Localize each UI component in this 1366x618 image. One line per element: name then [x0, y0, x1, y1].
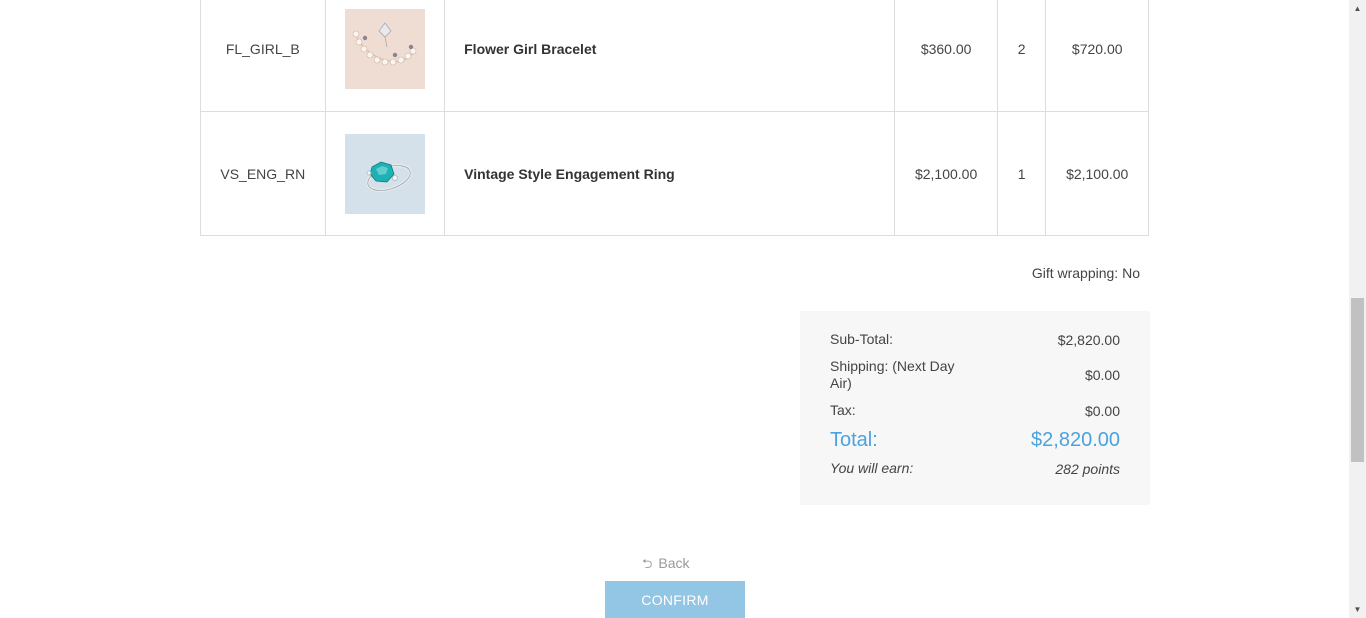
shipping-row: Shipping: (Next Day Air) $0.00 — [830, 358, 1120, 392]
product-name[interactable]: Flower Girl Bracelet — [444, 0, 896, 112]
vertical-scrollbar[interactable]: ▲ ▼ — [1349, 0, 1366, 618]
line-total: $720.00 — [1045, 0, 1149, 112]
total-value: $2,820.00 — [1031, 429, 1120, 451]
tax-label: Tax: — [830, 402, 856, 418]
tax-row: Tax: $0.00 — [830, 402, 1120, 419]
product-image-cell — [324, 111, 446, 236]
bracelet-image[interactable] — [344, 9, 425, 89]
order-review-page: FL_GIRL_B Flower Girl Bracelet $360.00 2… — [0, 0, 1366, 618]
earn-label: You will earn: — [830, 460, 914, 476]
quantity: 1 — [996, 111, 1047, 236]
order-summary: Sub-Total: $2,820.00 Shipping: (Next Day… — [800, 311, 1150, 505]
back-label: Back — [658, 555, 690, 571]
subtotal-row: Sub-Total: $2,820.00 — [830, 331, 1120, 348]
product-image-cell — [324, 0, 446, 112]
return-arrow-icon: ⮌ — [642, 556, 653, 571]
sku-cell: FL_GIRL_B — [200, 0, 326, 112]
shipping-label: Shipping: (Next Day Air) — [830, 358, 955, 391]
reward-points-row: You will earn: 282 points — [830, 460, 1120, 477]
unit-price: $360.00 — [894, 0, 998, 112]
earn-value: 282 points — [1055, 460, 1120, 477]
quantity: 2 — [996, 0, 1047, 112]
confirm-button[interactable]: CONFIRM — [605, 581, 745, 618]
scroll-down-arrow-icon[interactable]: ▼ — [1349, 601, 1366, 618]
shipping-value: $0.00 — [1084, 367, 1120, 383]
scroll-up-arrow-icon[interactable]: ▲ — [1349, 0, 1366, 17]
gift-wrapping-status: Gift wrapping: No — [1031, 265, 1140, 281]
line-total: $2,100.00 — [1045, 111, 1149, 236]
subtotal-label: Sub-Total: — [830, 331, 894, 347]
scrollbar-thumb[interactable] — [1351, 298, 1364, 462]
table-row: VS_ENG_RN Vintage Style Engagement Ring … — [200, 111, 1149, 236]
cart-table: FL_GIRL_B Flower Girl Bracelet $360.00 2… — [200, 0, 1149, 236]
sku-cell: VS_ENG_RN — [200, 111, 326, 236]
back-link[interactable]: ⮌ Back — [642, 555, 690, 577]
table-row: FL_GIRL_B Flower Girl Bracelet $360.00 2… — [200, 0, 1149, 112]
product-name[interactable]: Vintage Style Engagement Ring — [444, 111, 896, 236]
subtotal-value: $2,820.00 — [1057, 331, 1120, 348]
grand-total-row: Total: $2,820.00 — [830, 429, 1120, 452]
ring-image[interactable] — [344, 133, 425, 214]
tax-value: $0.00 — [1084, 402, 1120, 419]
total-label: Total: — [830, 429, 878, 451]
unit-price: $2,100.00 — [894, 111, 998, 236]
